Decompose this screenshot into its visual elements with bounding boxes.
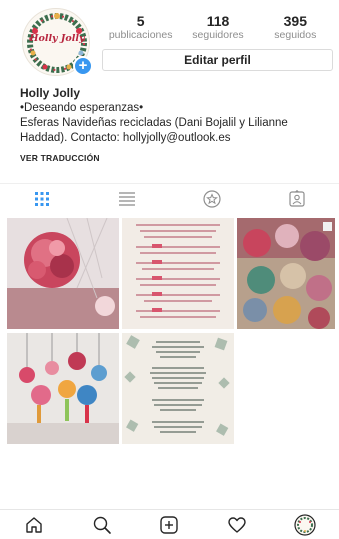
profile-name: Holly Jolly bbox=[20, 86, 81, 100]
heart-icon bbox=[228, 516, 246, 533]
stat-following-label: seguidos bbox=[274, 29, 317, 41]
see-translation-link[interactable]: VER TRADUCCIÓN bbox=[20, 153, 330, 163]
bio-line-1: •Deseando esperanzas• bbox=[20, 102, 144, 114]
stat-followers-count: 118 bbox=[206, 13, 230, 29]
new-post-icon bbox=[160, 515, 179, 534]
tab-list[interactable] bbox=[85, 184, 170, 214]
hanging-ornaments-image bbox=[7, 333, 119, 444]
search-icon bbox=[93, 516, 111, 534]
nav-activity[interactable] bbox=[203, 510, 271, 539]
bio-line-3: Haddad). Contacto: hollyjolly@outlook.es bbox=[20, 132, 231, 144]
stat-following[interactable]: 395 seguidos bbox=[257, 13, 334, 43]
list-icon bbox=[119, 192, 136, 206]
pink-ornament-image bbox=[7, 218, 119, 329]
nav-home[interactable] bbox=[0, 510, 68, 539]
ornaments-box-image bbox=[237, 218, 335, 329]
text-card-pink-image bbox=[122, 218, 234, 329]
star-icon bbox=[203, 190, 221, 208]
text-card-green-image bbox=[122, 333, 234, 444]
stat-posts-count: 5 bbox=[136, 13, 145, 29]
avatar-logo-text: Holly Jolly bbox=[29, 33, 85, 44]
profile-header: Holly Jolly + 5 publicaciones 118 seguid… bbox=[0, 0, 339, 78]
stat-posts[interactable]: 5 publicaciones bbox=[102, 13, 179, 43]
stat-posts-label: publicaciones bbox=[108, 29, 173, 41]
profile-stats: 5 publicaciones 118 seguidores 395 segui… bbox=[102, 13, 334, 43]
bottom-navigation bbox=[0, 509, 339, 539]
post-tile-3[interactable] bbox=[237, 218, 335, 329]
stat-followers[interactable]: 118 seguidores bbox=[179, 13, 256, 43]
tab-tagged[interactable] bbox=[254, 184, 339, 214]
post-tile-5[interactable] bbox=[122, 333, 234, 444]
add-story-button[interactable]: + bbox=[73, 56, 93, 76]
tab-saved[interactable] bbox=[170, 184, 255, 214]
nav-new-post[interactable] bbox=[136, 510, 204, 539]
profile-tabs bbox=[0, 183, 339, 214]
stat-followers-label: seguidores bbox=[192, 29, 244, 41]
post-tile-4[interactable] bbox=[7, 333, 119, 444]
profile-avatar-icon bbox=[294, 513, 316, 536]
home-icon bbox=[26, 516, 42, 533]
profile-avatar[interactable]: Holly Jolly + bbox=[22, 8, 93, 76]
grid-icon bbox=[35, 192, 50, 206]
nav-profile[interactable] bbox=[271, 510, 339, 539]
tab-grid[interactable] bbox=[0, 184, 85, 214]
nav-search[interactable] bbox=[68, 510, 136, 539]
profile-bio: Holly Jolly •Deseando esperanzas• Esfera… bbox=[20, 86, 330, 163]
post-tile-1[interactable] bbox=[7, 218, 119, 329]
edit-profile-button[interactable]: Editar perfil bbox=[102, 49, 333, 71]
bio-line-2: Esferas Navideñas recicladas (Dani Bojal… bbox=[20, 117, 288, 129]
posts-grid bbox=[7, 218, 335, 444]
post-tile-2[interactable] bbox=[122, 218, 234, 329]
tagged-icon bbox=[289, 190, 305, 207]
stat-following-count: 395 bbox=[283, 13, 307, 29]
